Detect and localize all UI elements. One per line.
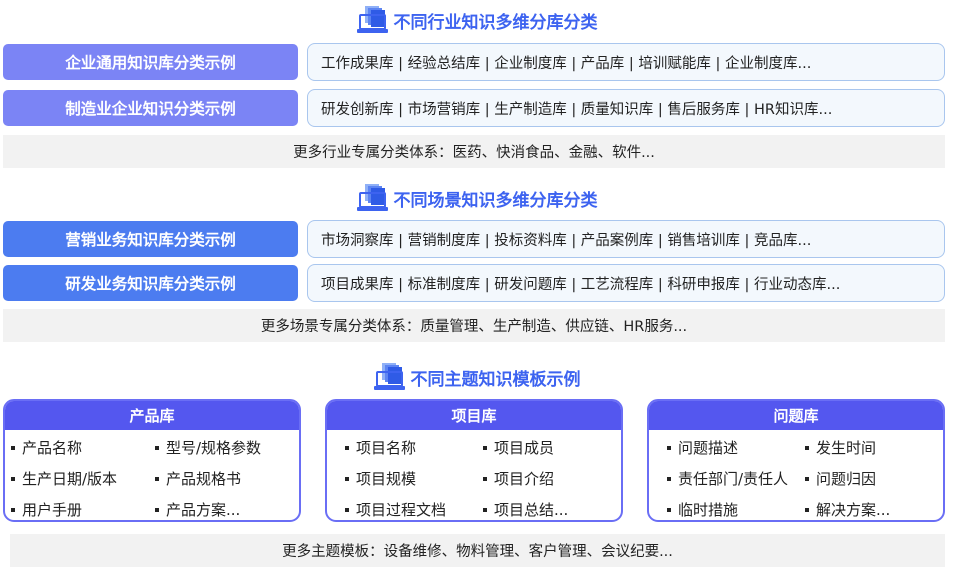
section-title-text: 不同主题知识模板示例 (410, 369, 581, 390)
section-title-text: 不同场景知识多维分库分类 (393, 190, 598, 211)
card-product: 产品库 产品名称 型号/规格参数 生产日期/版本 产品规格书 用户手册 产品方案… (3, 399, 301, 522)
row-list-marketing: 市场洞察库 | 营销制度库 | 投标资料库 | 产品案例库 | 销售培训库 | … (307, 220, 945, 258)
card-item: 发生时间 (805, 432, 943, 463)
card-item: 型号/规格参数 (155, 432, 299, 463)
card-item: 解决方案... (805, 494, 943, 520)
row-list-general: 工作成果库 | 经验总结库 | 企业制度库 | 产品库 | 培训赋能库 | 企业… (307, 43, 945, 81)
row-list-manufacturing: 研发创新库 | 市场营销库 | 生产制造库 | 质量知识库 | 售后服务库 | … (307, 89, 945, 127)
section-title-scenario: 不同场景知识多维分库分类 (0, 181, 953, 215)
card-item: 项目过程文档 (345, 494, 483, 520)
card-item: 产品规格书 (155, 463, 299, 494)
card-item: 产品名称 (11, 432, 155, 463)
card-item: 项目规模 (345, 463, 483, 494)
card-item: 责任部门/责任人 (667, 463, 805, 494)
section-title-theme: 不同主题知识模板示例 (0, 360, 953, 394)
row-label-marketing: 营销业务知识库分类示例 (3, 221, 298, 257)
row-list-rnd: 项目成果库 | 标准制度库 | 研发问题库 | 工艺流程库 | 科研申报库 | … (307, 264, 945, 302)
row-label-rnd: 研发业务知识库分类示例 (3, 265, 298, 301)
card-item: 项目名称 (345, 432, 483, 463)
row-label-manufacturing: 制造业企业知识分类示例 (3, 90, 298, 126)
monitor-documents-icon (356, 6, 388, 33)
card-item: 问题归因 (805, 463, 943, 494)
section-title-industry: 不同行业知识多维分库分类 (0, 3, 953, 37)
card-item: 产品方案... (155, 494, 299, 520)
more-bar-theme: 更多主题模板：设备维修、物料管理、客户管理、会议纪要... (10, 534, 945, 567)
card-title: 项目库 (327, 401, 621, 430)
more-bar-industry: 更多行业专属分类体系：医药、快消食品、金融、软件... (3, 135, 945, 168)
card-issue: 问题库 问题描述 发生时间 责任部门/责任人 问题归因 临时措施 解决方案... (647, 399, 945, 522)
monitor-documents-icon (356, 184, 388, 211)
card-item: 项目成员 (483, 432, 621, 463)
section-title-text: 不同行业知识多维分库分类 (393, 12, 598, 33)
row-label-general: 企业通用知识库分类示例 (3, 44, 298, 80)
card-item: 项目介绍 (483, 463, 621, 494)
card-item: 用户手册 (11, 494, 155, 520)
card-title: 问题库 (649, 401, 943, 430)
card-item: 临时措施 (667, 494, 805, 520)
card-item: 问题描述 (667, 432, 805, 463)
card-item: 项目总结... (483, 494, 621, 520)
card-project: 项目库 项目名称 项目成员 项目规模 项目介绍 项目过程文档 项目总结... (325, 399, 623, 522)
monitor-documents-icon (373, 363, 405, 390)
card-title: 产品库 (5, 401, 299, 430)
card-item: 生产日期/版本 (11, 463, 155, 494)
more-bar-scenario: 更多场景专属分类体系：质量管理、生产制造、供应链、HR服务... (3, 309, 945, 342)
